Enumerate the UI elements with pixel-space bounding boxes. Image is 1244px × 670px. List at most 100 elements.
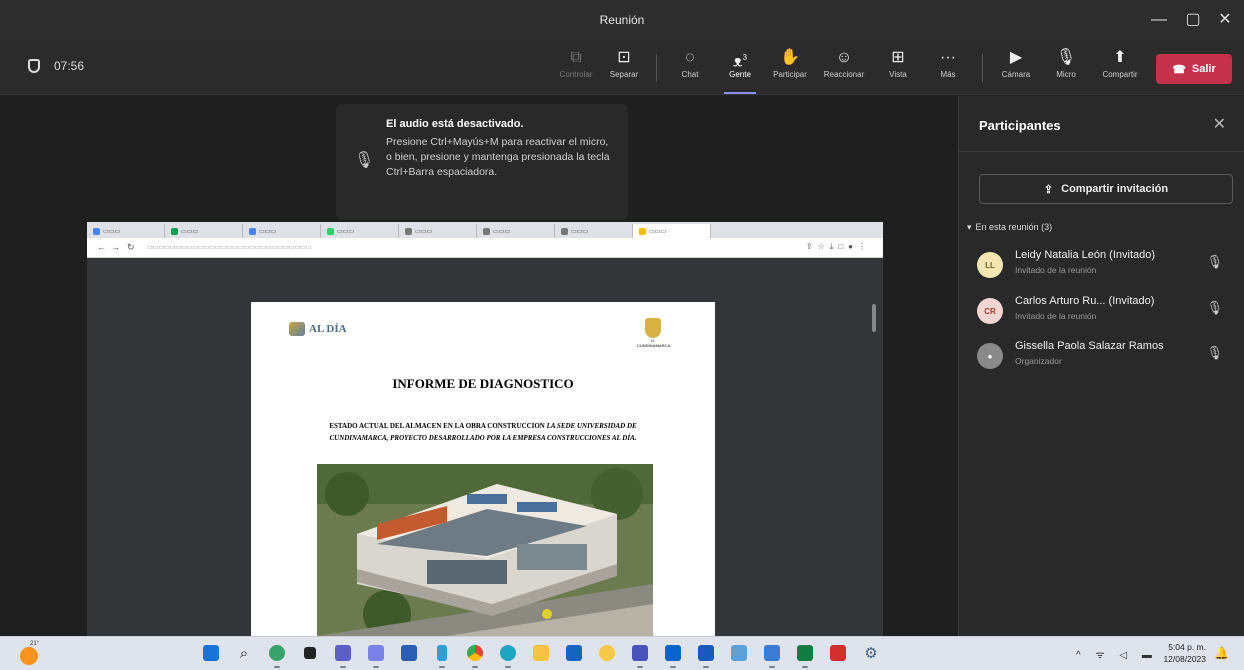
participant-item[interactable]: ● Gissella Paola Salazar Ramos Organizad…	[977, 337, 1239, 377]
window-title: Reunión	[599, 13, 645, 27]
copilot-icon[interactable]	[266, 641, 288, 668]
avatar: CR	[977, 298, 1003, 324]
chat-icon: ◌	[685, 49, 695, 66]
notification-bell-icon[interactable]: 🔔	[1214, 646, 1229, 660]
browser-tab: ▭▭▭	[477, 224, 555, 238]
sun-icon	[20, 647, 38, 665]
mic-off-icon: 🎙	[1206, 345, 1223, 360]
document-page: AL DÍA U. CUNDINAMARCA INFORME DE DIAGNO…	[251, 302, 715, 636]
weather-widget[interactable]: 21°	[18, 641, 42, 665]
react-button[interactable]: ☺ Reaccionar	[818, 46, 870, 90]
minimize-button[interactable]: —	[1144, 8, 1174, 32]
share-invite-icon: ⇪	[1043, 183, 1054, 196]
mic-button[interactable]: 🎙 Micro	[1040, 46, 1092, 90]
meeting-duration: 07:56	[54, 59, 85, 73]
close-panel-icon[interactable]: ✕	[1213, 114, 1226, 134]
search-icon[interactable]: ⌕	[233, 641, 255, 665]
participant-item[interactable]: CR Carlos Arturo Ru... (Invitado) Invita…	[977, 292, 1239, 332]
participant-name: Leidy Natalia León (Invitado)	[1015, 249, 1156, 261]
meeting-timer: 07:56	[28, 59, 84, 73]
browser-tab: ▭▭▭	[555, 224, 633, 238]
participant-name: Carlos Arturo Ru... (Invitado)	[1015, 295, 1155, 307]
close-window-button[interactable]: ✕	[1210, 8, 1240, 32]
browser-tab-active: ▭▭▭	[633, 224, 711, 238]
audio-muted-notification: 🎙 El audio está desactivado. Presione Ct…	[336, 104, 628, 220]
clock-date: 12/08/2023	[1163, 654, 1206, 664]
browser-tab: ▭▭▭	[399, 224, 477, 238]
excel-icon[interactable]	[794, 641, 816, 668]
chrome-icon[interactable]	[464, 641, 486, 668]
reload-icon: ↻	[127, 242, 135, 252]
phone-hangup-icon: ☎	[1172, 63, 1186, 76]
teams-work-icon[interactable]	[365, 641, 387, 668]
notepad-icon[interactable]	[431, 641, 453, 668]
participant-role: Invitado de la reunión	[1015, 311, 1097, 321]
taskbar-apps: ⌕ ⚙	[200, 641, 882, 668]
vpn-shield-icon[interactable]	[761, 641, 783, 668]
taskbar-clock[interactable]: 5:04 p. m. 12/08/2023	[1150, 641, 1206, 665]
browser-tab: ▭▭▭	[87, 224, 165, 238]
document-title: INFORME DE DIAGNOSTICO	[392, 376, 574, 391]
outlook-icon[interactable]	[662, 641, 684, 668]
browser-tab-strip: ▭▭▭ ▭▭▭ ▭▭▭ ▭▭▭ ▭▭▭ ▭▭▭ ▭▭▭ ▭▭▭	[87, 222, 883, 238]
url-field: ▭▭▭▭▭▭▭▭▭▭▭▭▭▭▭▭▭▭▭▭▭▭▭▭▭▭▭▭▭	[147, 245, 312, 251]
document-subtitle: ESTADO ACTUAL DEL ALMACEN EN LA OBRA CON…	[329, 422, 637, 442]
raise-hand-icon: ✋	[780, 49, 800, 66]
participant-item[interactable]: LL Leidy Natalia León (Invitado) Invitad…	[977, 246, 1239, 286]
camera-button[interactable]: ▶ Cámara	[990, 46, 1042, 90]
camera-off-icon: ▶	[1009, 49, 1023, 66]
in-meeting-section-toggle[interactable]: ▾ En esta reunión (3)	[967, 222, 1052, 233]
store-icon[interactable]	[398, 641, 420, 665]
teams-personal-icon[interactable]	[332, 641, 354, 668]
share-invitation-button[interactable]: ⇪ Compartir invitación	[979, 174, 1233, 204]
task-view-icon[interactable]	[299, 641, 321, 665]
system-tray[interactable]: ^ ᯤ ◁ ▬	[1076, 647, 1158, 661]
word-icon[interactable]	[695, 641, 717, 668]
toolbar-divider	[982, 54, 983, 82]
back-icon: ←	[97, 242, 106, 252]
teams-app-icon[interactable]	[629, 641, 651, 668]
photos-icon[interactable]	[728, 641, 750, 665]
chrome-profile-icon[interactable]	[596, 641, 618, 665]
people-count: 3	[742, 53, 748, 62]
meeting-toolbar: 07:56 ⧉ Controlar ⊡ Separar ◌ Chat ᴥ3 Ge…	[0, 40, 1244, 95]
pop-out-button[interactable]: ⊡ Separar	[598, 46, 650, 90]
mic-off-icon: 🎙	[354, 152, 375, 169]
windows-start-icon[interactable]	[200, 641, 222, 665]
leave-button[interactable]: ☎ Salir	[1156, 54, 1232, 84]
raise-hand-button[interactable]: ✋ Participar	[764, 46, 816, 90]
share-button[interactable]: ⬆ Compartir	[1094, 46, 1146, 90]
participant-name: Gissella Paola Salazar Ramos	[1015, 340, 1164, 352]
shield-icon	[28, 59, 40, 73]
temperature: 21°	[30, 641, 40, 647]
browser-address-bar: ← → ↻ ▭▭▭▭▭▭▭▭▭▭▭▭▭▭▭▭▭▭▭▭▭▭▭▭▭▭▭▭▭ ⇪☆⤓□…	[87, 238, 883, 258]
chat-button[interactable]: ◌ Chat	[664, 46, 716, 90]
acrobat-icon[interactable]	[827, 641, 849, 665]
people-icon: ᴥ3	[732, 53, 748, 71]
crest-icon	[645, 318, 661, 338]
university-crest: U. CUNDINAMARCA	[637, 318, 670, 348]
notification-title: El audio está desactivado.	[386, 118, 524, 130]
browser-tab: ▭▭▭	[243, 224, 321, 238]
mail-icon[interactable]	[563, 641, 585, 665]
file-explorer-icon[interactable]	[530, 641, 552, 665]
notification-body: Presione Ctrl+Mayús+M para reactivar el …	[386, 136, 610, 178]
share-icon: ⬆	[1113, 49, 1127, 66]
control-button[interactable]: ⧉ Controlar	[550, 46, 602, 90]
meeting-stage: 🎙 El audio está desactivado. Presione Ct…	[0, 96, 958, 636]
avatar: ●	[977, 343, 1003, 369]
maximize-button[interactable]: ▢	[1178, 8, 1208, 32]
browser-tab: ▭▭▭	[165, 224, 243, 238]
logo-mark-icon	[289, 322, 305, 336]
view-button[interactable]: ⊞ Vista	[872, 46, 924, 90]
toolbar-divider	[656, 54, 657, 82]
viewer-scrollbar	[872, 304, 876, 332]
mic-off-icon: 🎙	[1206, 254, 1223, 269]
edge-icon[interactable]	[497, 641, 519, 668]
participants-panel: Participantes ✕ ⇪ Compartir invitación ▾…	[958, 96, 1244, 636]
people-button[interactable]: ᴥ3 Gente	[714, 46, 766, 94]
settings-gear-icon[interactable]: ⚙	[860, 641, 882, 665]
panel-divider	[959, 151, 1244, 152]
panel-title: Participantes	[979, 118, 1061, 133]
more-button[interactable]: ··· Más	[922, 46, 974, 90]
